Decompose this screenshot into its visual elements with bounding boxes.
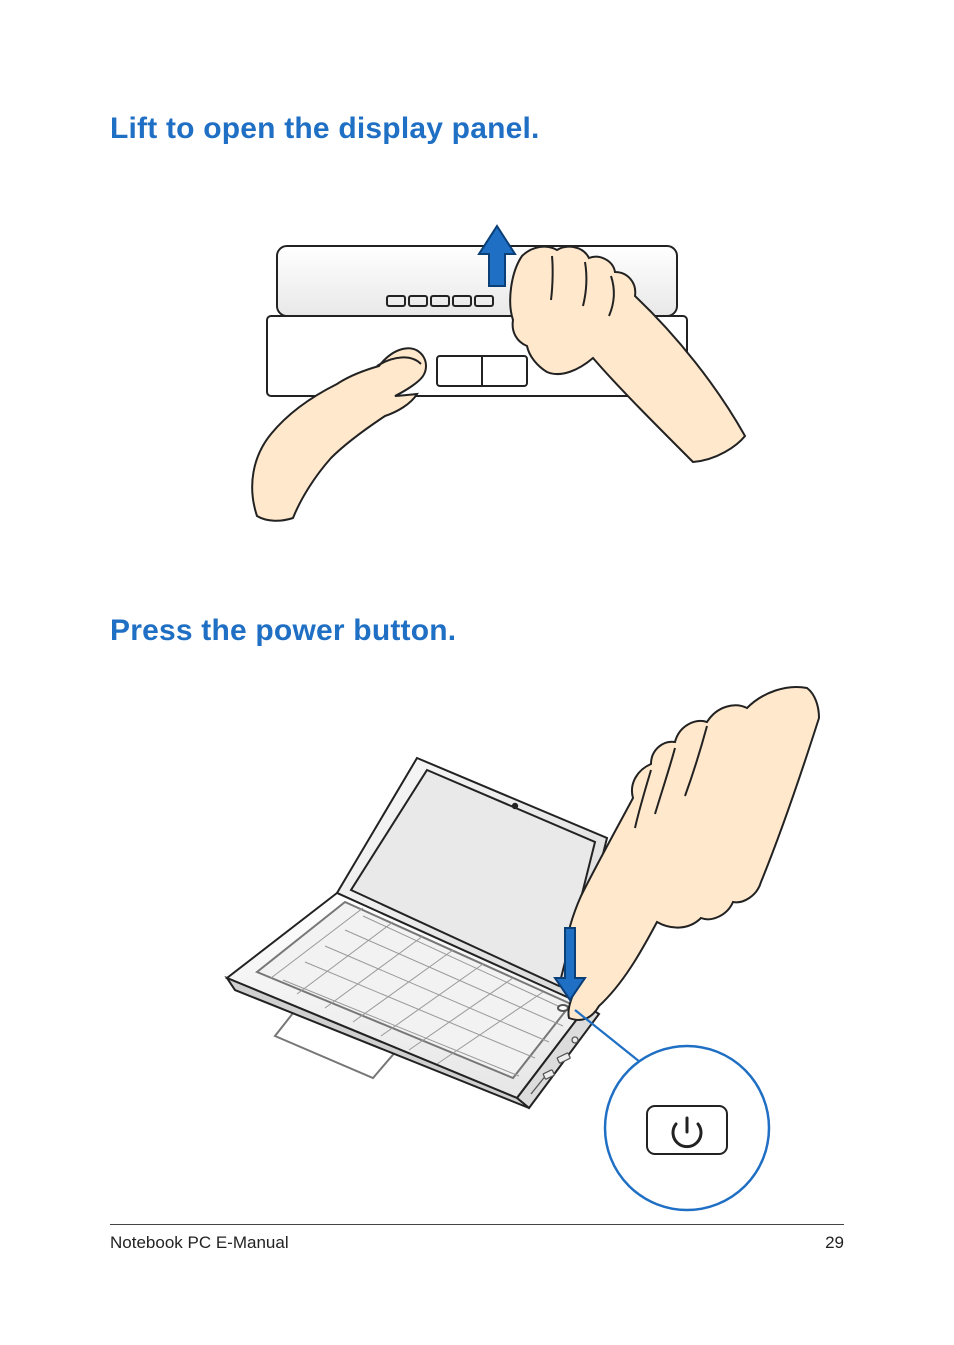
illustration-press-power [187, 678, 827, 1218]
footer-title: Notebook PC E-Manual [110, 1233, 289, 1253]
page-footer: Notebook PC E-Manual 29 [110, 1224, 844, 1253]
illustration-lift-display [197, 206, 757, 526]
hand-pressing [565, 687, 819, 1020]
footer-rule [110, 1224, 844, 1225]
hand-right [510, 247, 745, 462]
power-callout [605, 1046, 769, 1210]
page-number: 29 [825, 1233, 844, 1253]
heading-press-power: Press the power button. [110, 614, 844, 648]
heading-lift-display: Lift to open the display panel. [110, 112, 844, 146]
manual-page: Lift to open the display panel. [0, 0, 954, 1345]
